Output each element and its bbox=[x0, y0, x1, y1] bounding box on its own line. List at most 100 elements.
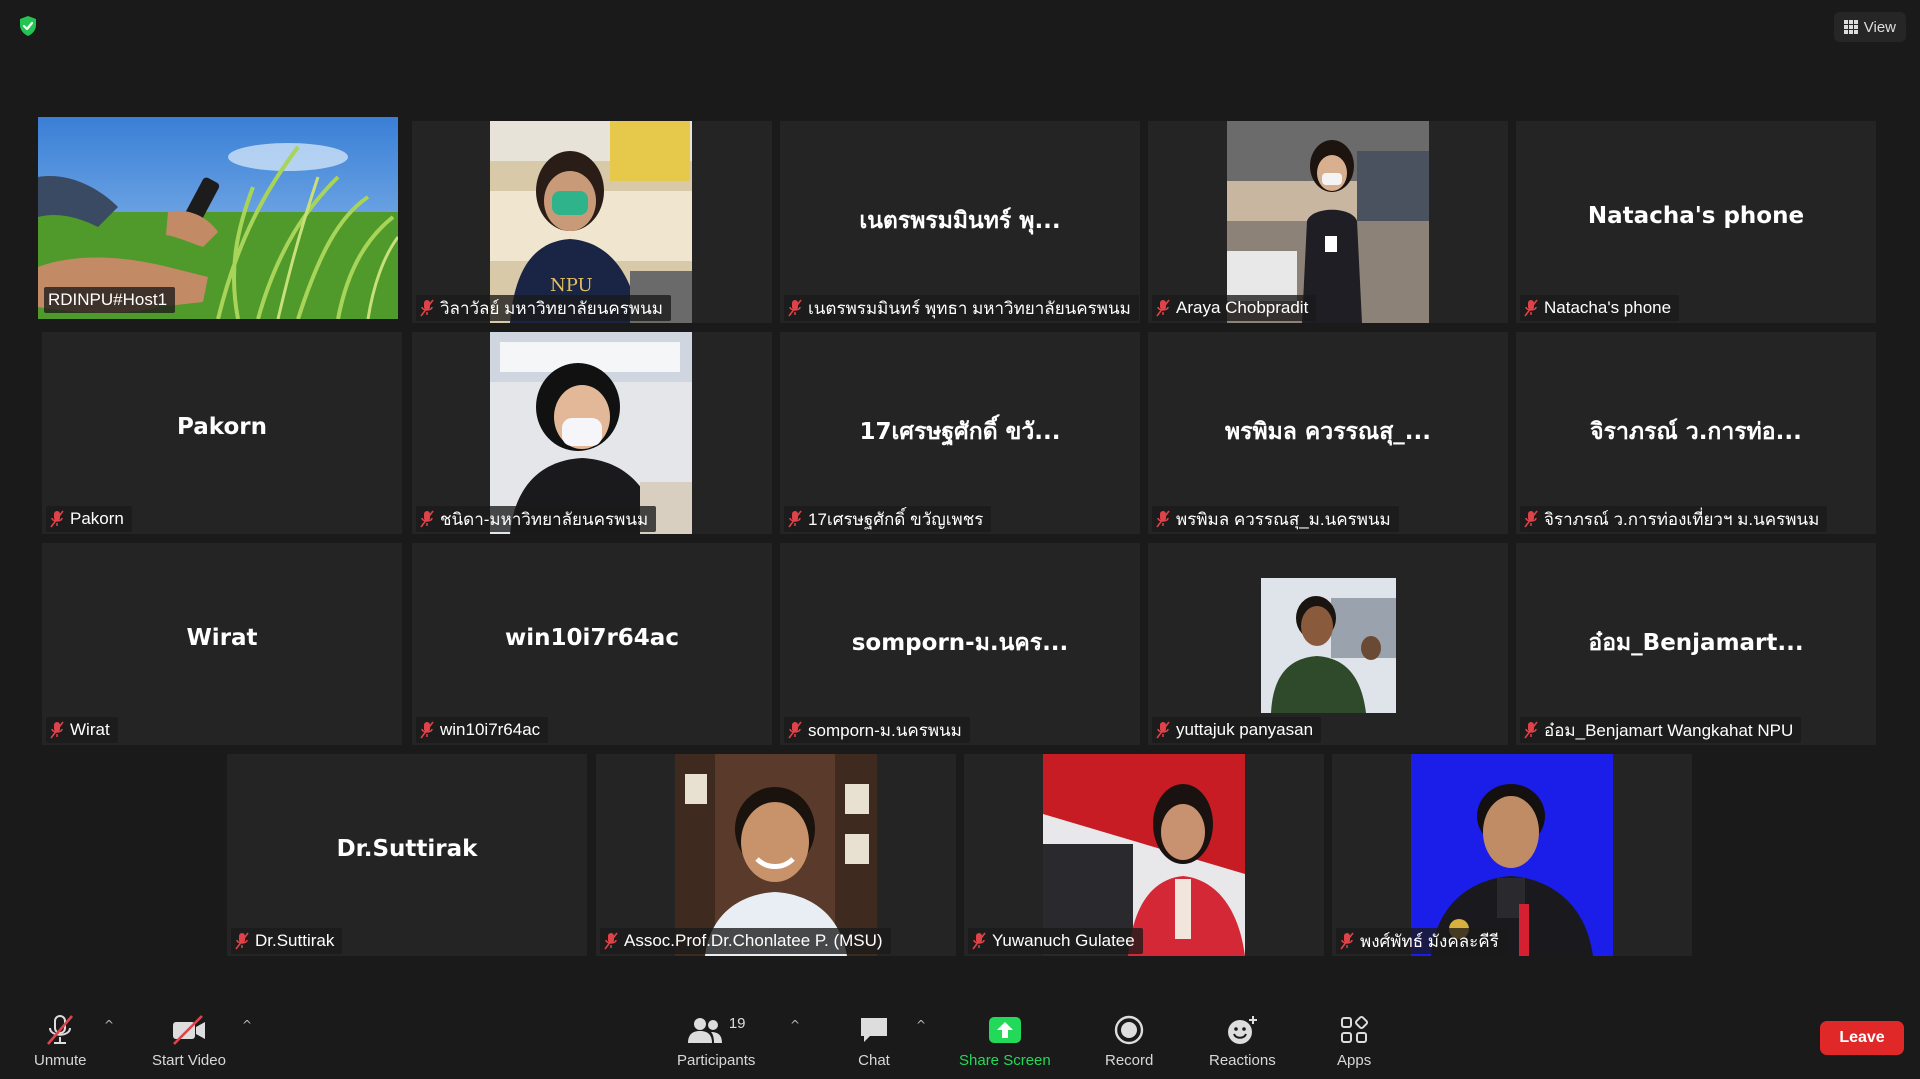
participant-tile[interactable]: 17เศรษฐศักดิ์ ขวั... 17เศรษฐศักดิ์ ขวัญเ… bbox=[780, 332, 1140, 534]
participant-tile[interactable]: พรพิมล ควรรณสุ_... พรพิมล ควรรณสุ_ม.นครพ… bbox=[1148, 332, 1508, 534]
participant-display-name: Pakorn bbox=[177, 414, 267, 440]
participant-tile[interactable]: พงศ์พัทธ์ มังคละคีรี bbox=[1332, 754, 1692, 956]
view-button[interactable]: View bbox=[1833, 12, 1906, 42]
participant-tile[interactable]: Araya Chobpradit bbox=[1148, 121, 1508, 323]
participant-display-name: Natacha's phone bbox=[1587, 203, 1805, 229]
muted-mic-icon bbox=[788, 510, 802, 528]
participants-options-caret-icon[interactable]: ^ bbox=[790, 1018, 800, 1032]
video-feed-masked-woman-office bbox=[490, 332, 692, 534]
muted-mic-icon bbox=[50, 721, 64, 739]
participant-tile[interactable]: Pakorn Pakorn bbox=[42, 332, 402, 534]
participant-tile[interactable]: NPU วิลาวัลย์ มหาวิทยาลัยนครพนม bbox=[412, 121, 772, 323]
name-tag: Pakorn bbox=[46, 506, 132, 532]
name-tag: อ๋อม_Benjamart Wangkahat NPU bbox=[1520, 717, 1802, 743]
video-feed-woman-standing bbox=[1227, 121, 1429, 323]
name-tag: win10i7r64ac bbox=[416, 717, 549, 743]
muted-mic-icon bbox=[420, 510, 434, 528]
unmute-button[interactable]: Unmute bbox=[34, 1012, 87, 1069]
participant-name: จิราภรณ์ ว.การท่องเที่ยวฯ ม.นครพนม bbox=[1544, 509, 1820, 529]
video-options-caret-icon[interactable]: ^ bbox=[242, 1018, 252, 1032]
participant-tile[interactable]: somporn-ม.นคร... somporn-ม.นครพนม bbox=[780, 543, 1140, 745]
participant-display-name: พรพิมล ควรรณสุ_... bbox=[1224, 419, 1432, 445]
name-tag: พงศ์พัทธ์ มังคละคีรี bbox=[1336, 928, 1507, 954]
participant-name: yuttajuk panyasan bbox=[1176, 720, 1314, 739]
participant-display-name: win10i7r64ac bbox=[505, 625, 679, 651]
apps-button[interactable]: Apps bbox=[1337, 1012, 1371, 1069]
name-tag: พรพิมล ควรรณสุ_ม.นครพนม bbox=[1152, 506, 1399, 532]
reactions-button[interactable]: Reactions bbox=[1209, 1012, 1276, 1069]
apps-icon bbox=[1341, 1015, 1369, 1043]
view-label: View bbox=[1863, 18, 1896, 36]
muted-mic-icon bbox=[420, 721, 434, 739]
participants-button[interactable]: 19 Participants bbox=[677, 1012, 756, 1070]
muted-mic-icon bbox=[420, 299, 434, 317]
participant-name: Yuwanuch Gulatee bbox=[992, 931, 1135, 950]
chat-label: Chat bbox=[858, 1052, 890, 1069]
apps-label: Apps bbox=[1337, 1052, 1372, 1069]
muted-mic-icon bbox=[235, 932, 249, 950]
record-button[interactable]: Record bbox=[1105, 1012, 1153, 1069]
participant-display-name: Wirat bbox=[186, 625, 258, 651]
name-tag: Natacha's phone bbox=[1520, 295, 1680, 321]
name-tag: somporn-ม.นครพนม bbox=[784, 717, 970, 743]
participant-display-name: เนตรพรมมินทร์ พุ... bbox=[859, 208, 1061, 234]
video-feed-woman-laptop bbox=[1043, 754, 1245, 956]
muted-mic-icon bbox=[604, 932, 618, 950]
participant-display-name: อ๋อม_Benjamart... bbox=[1588, 630, 1804, 656]
participant-tile[interactable]: Natacha's phone Natacha's phone bbox=[1516, 121, 1876, 323]
participant-name: พรพิมล ควรรณสุ_ม.นครพนม bbox=[1176, 509, 1391, 529]
participant-name: Natacha's phone bbox=[1544, 298, 1672, 317]
participant-name: Araya Chobpradit bbox=[1176, 298, 1309, 317]
participant-tile[interactable]: ชนิดา-มหาวิทยาลัยนครพนม bbox=[412, 332, 772, 534]
name-tag: วิลาวัลย์ มหาวิทยาลัยนครพนม bbox=[416, 295, 671, 321]
muted-mic-icon bbox=[1524, 721, 1538, 739]
participant-tile[interactable]: Assoc.Prof.Dr.Chonlatee P. (MSU) bbox=[596, 754, 956, 956]
share-screen-label: Share Screen bbox=[959, 1052, 1051, 1069]
chat-button[interactable]: Chat bbox=[858, 1012, 890, 1069]
muted-mic-icon bbox=[972, 932, 986, 950]
participant-name: 17เศรษฐศักดิ์ ขวัญเพชร bbox=[808, 509, 984, 529]
participant-tile[interactable]: อ๋อม_Benjamart... อ๋อม_Benjamart Wangkah… bbox=[1516, 543, 1876, 745]
participant-tile[interactable]: yuttajuk panyasan bbox=[1148, 543, 1508, 745]
participant-name: somporn-ม.นครพนม bbox=[808, 720, 962, 740]
muted-mic-icon bbox=[1340, 932, 1354, 950]
muted-mic-icon bbox=[1156, 721, 1170, 739]
muted-mic-icon bbox=[788, 299, 802, 317]
record-icon bbox=[1114, 1015, 1144, 1045]
participant-name: Pakorn bbox=[70, 509, 124, 528]
record-label: Record bbox=[1105, 1052, 1154, 1069]
leave-button[interactable]: Leave bbox=[1820, 1021, 1904, 1055]
participant-tile[interactable]: Wirat Wirat bbox=[42, 543, 402, 745]
participant-tile-host[interactable]: RDINPU#Host1 bbox=[38, 117, 398, 319]
participant-tile[interactable]: จิราภรณ์ ว.การท่อ... จิราภรณ์ ว.การท่องเ… bbox=[1516, 332, 1876, 534]
name-tag: Assoc.Prof.Dr.Chonlatee P. (MSU) bbox=[600, 928, 891, 954]
name-tag: Araya Chobpradit bbox=[1152, 295, 1317, 321]
muted-mic-icon bbox=[1524, 510, 1538, 528]
participant-name: พงศ์พัทธ์ มังคละคีรี bbox=[1360, 931, 1499, 951]
participant-name: Wirat bbox=[70, 720, 110, 739]
start-video-button[interactable]: Start Video bbox=[152, 1012, 226, 1069]
name-tag: จิราภรณ์ ว.การท่องเที่ยวฯ ม.นครพนม bbox=[1520, 506, 1828, 532]
security-shield-icon[interactable] bbox=[16, 14, 40, 38]
participant-name: อ๋อม_Benjamart Wangkahat NPU bbox=[1544, 720, 1794, 740]
unmute-label: Unmute bbox=[34, 1052, 87, 1069]
share-screen-icon bbox=[988, 1017, 1021, 1043]
participant-display-name: Dr.Suttirak bbox=[336, 836, 478, 862]
chat-options-caret-icon[interactable]: ^ bbox=[916, 1018, 926, 1032]
video-feed-man-office bbox=[1261, 578, 1396, 713]
participant-tile[interactable]: เนตรพรมมินทร์ พุ... เนตรพรมมินทร์ พุทธา … bbox=[780, 121, 1140, 323]
participant-tile[interactable]: Yuwanuch Gulatee bbox=[964, 754, 1324, 956]
participants-label: Participants bbox=[677, 1052, 756, 1069]
muted-mic-icon bbox=[1524, 299, 1538, 317]
name-tag: ชนิดา-มหาวิทยาลัยนครพนม bbox=[416, 506, 657, 532]
audio-options-caret-icon[interactable]: ^ bbox=[104, 1018, 114, 1032]
participant-name: win10i7r64ac bbox=[440, 720, 541, 739]
share-screen-button[interactable]: Share Screen bbox=[959, 1012, 1051, 1069]
participant-tile[interactable]: Dr.Suttirak Dr.Suttirak bbox=[227, 754, 587, 956]
participant-tile[interactable]: win10i7r64ac win10i7r64ac bbox=[412, 543, 772, 745]
name-tag: เนตรพรมมินทร์ พุทธา มหาวิทยาลัยนครพนม bbox=[784, 295, 1139, 321]
muted-mic-icon bbox=[1156, 510, 1170, 528]
participant-display-name: somporn-ม.นคร... bbox=[851, 630, 1069, 656]
participant-name: วิลาวัลย์ มหาวิทยาลัยนครพนม bbox=[440, 298, 663, 318]
name-tag: RDINPU#Host1 bbox=[44, 287, 176, 313]
